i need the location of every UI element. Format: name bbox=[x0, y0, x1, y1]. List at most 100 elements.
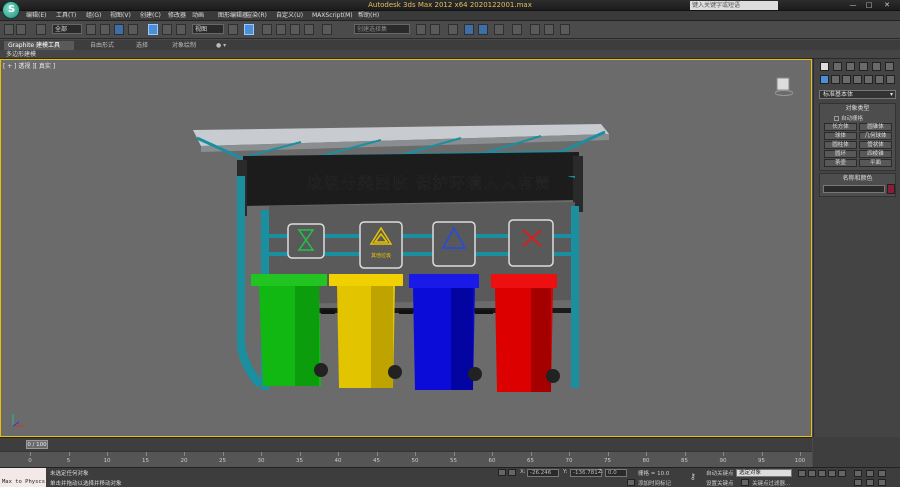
shapes-icon[interactable] bbox=[831, 75, 840, 84]
absolute-mode-icon[interactable] bbox=[508, 469, 516, 476]
display-tab-icon[interactable] bbox=[872, 62, 881, 71]
teapot-button[interactable]: 茶壶 bbox=[824, 159, 857, 167]
percent-snap-icon[interactable] bbox=[290, 24, 300, 35]
tab-selection[interactable]: 选择 bbox=[132, 41, 152, 50]
object-type-title[interactable]: 对象类型 bbox=[820, 104, 895, 113]
geosphere-button[interactable]: 几何球体 bbox=[859, 132, 892, 140]
menu-help[interactable]: 帮助(H) bbox=[358, 12, 379, 20]
zoom-icon[interactable] bbox=[854, 470, 862, 477]
menu-graph-editors[interactable]: 图形编辑器 bbox=[218, 12, 248, 20]
app-menu-icon[interactable]: S bbox=[2, 1, 20, 19]
key-filters-button[interactable]: 关键点过滤器... bbox=[752, 479, 790, 487]
box-button[interactable]: 长方体 bbox=[824, 123, 857, 131]
selection-filter-dropdown[interactable]: 全部 bbox=[52, 24, 82, 34]
angle-snap-icon[interactable] bbox=[276, 24, 286, 35]
zoom-extents-icon[interactable] bbox=[878, 470, 886, 477]
menu-views[interactable]: 视图(V) bbox=[110, 12, 131, 20]
field-of-view-icon[interactable] bbox=[854, 479, 862, 486]
torus-button[interactable]: 圆环 bbox=[824, 150, 857, 158]
named-selection-dropdown[interactable]: 创建选择集 bbox=[354, 24, 410, 34]
set-key-button[interactable]: 设置关键点 bbox=[706, 479, 734, 487]
create-tab-icon[interactable] bbox=[820, 62, 829, 71]
maximize-button[interactable]: □ bbox=[862, 1, 876, 10]
menu-maxscript[interactable]: MAXScript(M) bbox=[312, 12, 353, 20]
time-tag-icon[interactable] bbox=[627, 479, 635, 486]
select-object-icon[interactable] bbox=[86, 24, 96, 35]
viewcube-icon[interactable] bbox=[774, 76, 794, 96]
set-key-icon[interactable] bbox=[741, 479, 749, 486]
select-scale-icon[interactable] bbox=[176, 24, 186, 35]
window-crossing-icon[interactable] bbox=[128, 24, 138, 35]
menu-create[interactable]: 创建(C) bbox=[140, 12, 161, 20]
name-color-title[interactable]: 名称和颜色 bbox=[820, 174, 895, 183]
redo-icon[interactable] bbox=[16, 24, 26, 35]
menu-animation[interactable]: 动画 bbox=[192, 12, 204, 20]
reference-coord-dropdown[interactable]: 视图 bbox=[192, 24, 224, 34]
object-name-field[interactable] bbox=[823, 185, 885, 193]
pan-icon[interactable] bbox=[866, 479, 874, 486]
ribbon-options-icon[interactable]: ● ▾ bbox=[212, 41, 230, 50]
motion-tab-icon[interactable] bbox=[859, 62, 868, 71]
render-setup-icon[interactable] bbox=[530, 24, 540, 35]
menu-group[interactable]: 组(G) bbox=[86, 12, 101, 20]
menu-edit[interactable]: 编辑(E) bbox=[26, 12, 46, 20]
material-editor-icon[interactable] bbox=[512, 24, 522, 35]
primitive-type-dropdown[interactable]: 标准基本体 ▾ bbox=[819, 90, 896, 99]
polygon-modeling-label[interactable]: 多边形建模 bbox=[6, 50, 36, 59]
pyramid-button[interactable]: 四棱锥 bbox=[859, 150, 892, 158]
menu-customize[interactable]: 自定义(U) bbox=[276, 12, 303, 20]
cameras-icon[interactable] bbox=[853, 75, 862, 84]
key-icon[interactable]: ⚷ bbox=[690, 472, 696, 481]
minimize-button[interactable]: — bbox=[846, 1, 860, 10]
z-coordinate-field[interactable]: 0.0 bbox=[605, 469, 627, 477]
maxscript-listener[interactable]: Max to Physcs bbox=[0, 468, 46, 487]
geometry-icon[interactable] bbox=[820, 75, 829, 84]
schematic-view-icon[interactable] bbox=[494, 24, 504, 35]
key-mode-dropdown[interactable]: 选定对象 bbox=[736, 469, 792, 477]
mirror-icon[interactable] bbox=[416, 24, 426, 35]
undo-icon[interactable] bbox=[4, 24, 14, 35]
graphite-toggle-icon[interactable] bbox=[464, 24, 474, 35]
select-move-icon[interactable] bbox=[148, 24, 158, 35]
x-coordinate-field[interactable]: -26.246 bbox=[527, 469, 559, 477]
tab-graphite[interactable]: Graphite 建模工具 bbox=[4, 41, 74, 50]
plane-button[interactable]: 平面 bbox=[859, 159, 892, 167]
zoom-all-icon[interactable] bbox=[866, 470, 874, 477]
cylinder-button[interactable]: 圆柱体 bbox=[824, 141, 857, 149]
align-icon[interactable] bbox=[430, 24, 440, 35]
utilities-tab-icon[interactable] bbox=[885, 62, 894, 71]
object-color-swatch[interactable] bbox=[887, 184, 895, 194]
edit-named-sets-icon[interactable] bbox=[322, 24, 332, 35]
orbit-icon[interactable] bbox=[878, 479, 886, 486]
go-to-start-icon[interactable] bbox=[798, 470, 806, 477]
perspective-viewport[interactable]: [ + ] 透视 ][ 真实 ] 垃圾分类回收 保护环境人人有责 其他垃圾 bbox=[0, 59, 812, 437]
play-icon[interactable] bbox=[818, 470, 826, 477]
sphere-button[interactable]: 球体 bbox=[824, 132, 857, 140]
next-frame-icon[interactable] bbox=[828, 470, 836, 477]
lights-icon[interactable] bbox=[842, 75, 851, 84]
tab-freeform[interactable]: 自由形式 bbox=[86, 41, 118, 50]
spacewarps-icon[interactable] bbox=[875, 75, 884, 84]
spinner-snap-icon[interactable] bbox=[304, 24, 314, 35]
rectangle-selection-icon[interactable] bbox=[114, 24, 124, 35]
tab-object-paint[interactable]: 对象绘制 bbox=[168, 41, 200, 50]
autogrid-checkbox[interactable]: 自动栅格 bbox=[834, 114, 863, 122]
search-input[interactable]: 键入关键字或短语 bbox=[690, 1, 778, 10]
menu-rendering[interactable]: 渲染(R) bbox=[246, 12, 267, 20]
snap-toggle-icon[interactable] bbox=[262, 24, 272, 35]
link-icon[interactable] bbox=[36, 24, 46, 35]
menu-tools[interactable]: 工具(T) bbox=[56, 12, 76, 20]
select-manipulate-icon[interactable] bbox=[244, 24, 254, 35]
go-to-end-icon[interactable] bbox=[838, 470, 846, 477]
time-slider-thumb[interactable]: 0 / 100 bbox=[26, 440, 48, 449]
auto-key-button[interactable]: 自动关键点 bbox=[706, 469, 734, 477]
systems-icon[interactable] bbox=[886, 75, 895, 84]
cone-button[interactable]: 圆锥体 bbox=[859, 123, 892, 131]
helpers-icon[interactable] bbox=[864, 75, 873, 84]
track-bar[interactable]: 0 5 10 15 20 25 30 35 40 45 50 55 60 65 70 75 80 85 90 95 10… bbox=[0, 451, 812, 467]
previous-frame-icon[interactable] bbox=[808, 470, 816, 477]
render-production-icon[interactable] bbox=[560, 24, 570, 35]
modify-tab-icon[interactable] bbox=[833, 62, 842, 71]
close-button[interactable]: ✕ bbox=[880, 1, 894, 10]
rendered-frame-icon[interactable] bbox=[544, 24, 554, 35]
